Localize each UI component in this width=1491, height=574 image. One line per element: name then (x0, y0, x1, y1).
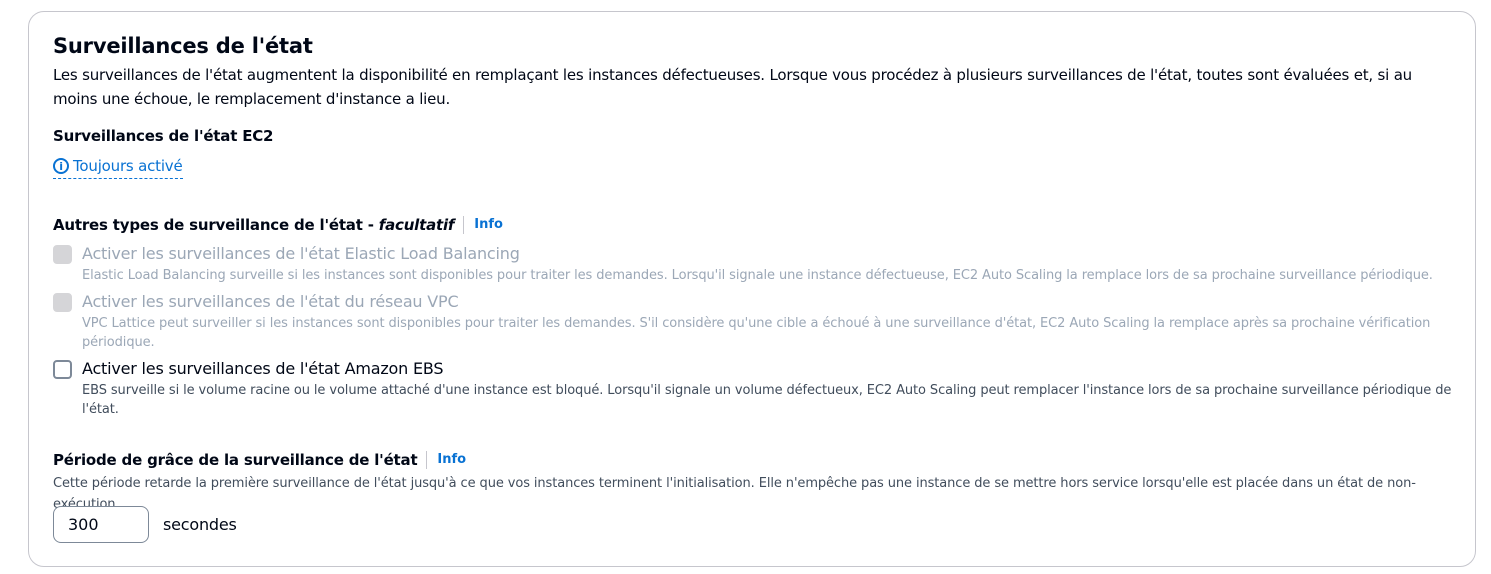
vpc-option-text: Activer les surveillances de l'état du r… (82, 291, 1452, 352)
ebs-option-title: Activer les surveillances de l'état Amaz… (82, 359, 444, 378)
elb-checkbox[interactable] (53, 245, 72, 264)
grace-period-label: Période de grâce de la surveillance de l… (53, 450, 466, 470)
info-circle-icon: i (53, 158, 69, 174)
grace-period-description: Cette période retarde la première survei… (53, 476, 1416, 512)
grace-period-unit: secondes (163, 515, 237, 534)
other-health-check-types-label: Autres types de surveillance de l'état -… (53, 215, 503, 235)
grace-period-input[interactable] (53, 506, 149, 543)
grace-period-info-link[interactable]: Info (426, 451, 466, 469)
elb-option-title: Activer les surveillances de l'état Elas… (82, 244, 520, 263)
ec2-health-checks-label: Surveillances de l'état EC2 (53, 127, 274, 145)
optional-text: facultatif (378, 216, 455, 234)
always-enabled-popover[interactable]: i Toujours activé (53, 155, 183, 179)
ebs-option-description: EBS surveille si le volume racine ou le … (82, 383, 1452, 417)
other-types-label-text: Autres types de surveillance de l'état - (53, 216, 379, 234)
vpc-option-description: VPC Lattice peut surveiller si les insta… (82, 316, 1431, 350)
always-enabled-text: Toujours activé (73, 157, 183, 175)
section-title: Surveillances de l'état (53, 34, 313, 58)
elb-option-text: Activer les surveillances de l'état Elas… (82, 243, 1452, 285)
elb-option-description: Elastic Load Balancing surveille si les … (82, 268, 1433, 283)
ebs-checkbox[interactable] (53, 360, 72, 379)
other-types-info-link[interactable]: Info (463, 216, 503, 234)
ebs-option-text: Activer les surveillances de l'état Amaz… (82, 358, 1452, 419)
grace-period-label-text: Période de grâce de la surveillance de l… (53, 451, 418, 469)
section-description: Les surveillances de l'état augmentent l… (53, 66, 1412, 108)
health-checks-panel: Surveillances de l'état Les surveillance… (28, 11, 1476, 567)
vpc-checkbox[interactable] (53, 293, 72, 312)
vpc-option-title: Activer les surveillances de l'état du r… (82, 292, 459, 311)
